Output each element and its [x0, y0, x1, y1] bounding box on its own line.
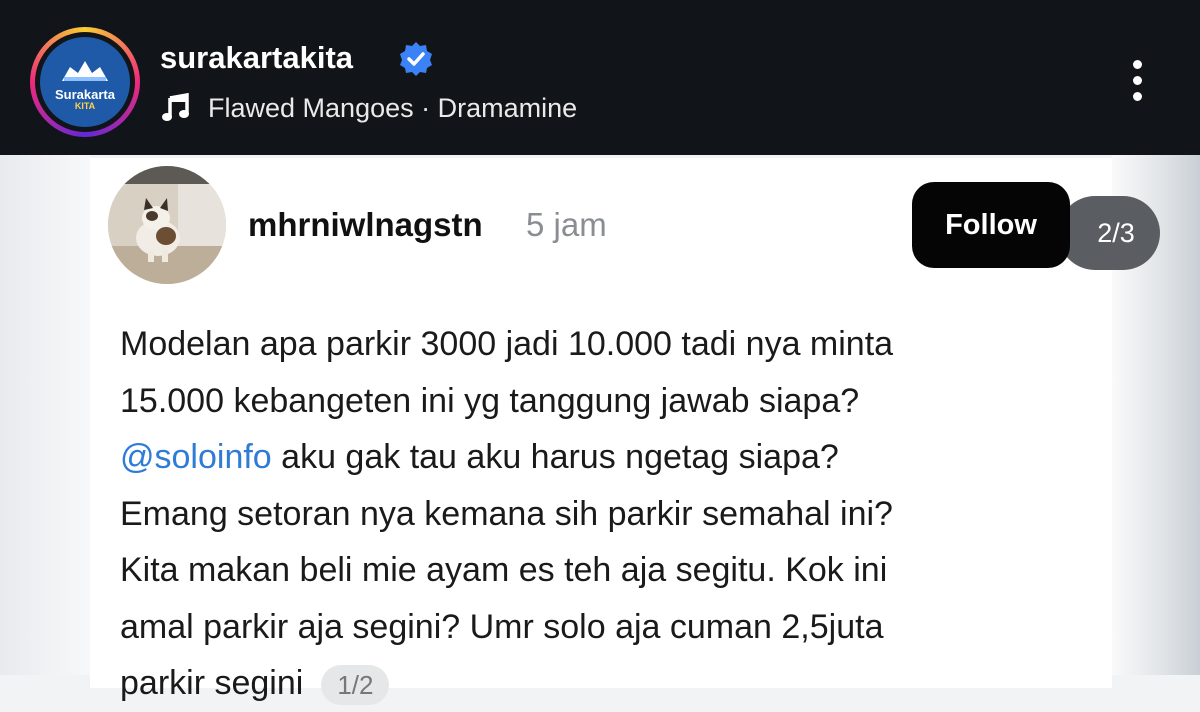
post-line-3: @soloinfo aku gak tau aku harus ngetag s… — [120, 429, 1080, 486]
background-left — [0, 155, 90, 675]
logo-subtitle: KITA — [74, 101, 96, 111]
verified-badge-icon — [400, 42, 432, 76]
account-avatar[interactable]: Surakarta KITA — [30, 27, 140, 137]
post-line-7-text: parkir segini — [120, 664, 304, 702]
surakartakita-logo: Surakarta KITA — [40, 37, 130, 127]
audio-track[interactable]: Flawed Mangoes · Dramamine — [208, 93, 577, 124]
post-line-7: parkir segini 1/2 — [120, 655, 1080, 712]
profile-picture[interactable] — [108, 166, 226, 284]
thread-counter-badge: 1/2 — [321, 665, 390, 706]
logo-title: Surakarta — [55, 87, 115, 102]
post-line-4: Emang setoran nya kemana sih parkir sema… — [120, 494, 893, 533]
more-options-icon[interactable] — [1126, 60, 1148, 108]
post-username[interactable]: mhrniwlnagstn — [248, 206, 483, 244]
post-body: Modelan apa parkir 3000 jadi 10.000 tadi… — [120, 316, 1080, 712]
music-note-icon — [162, 92, 189, 121]
avatar-frame: Surakarta KITA — [35, 32, 135, 132]
account-name[interactable]: surakartakita — [160, 40, 353, 76]
post-card: mhrniwlnagstn 5 jam 2/3 Follow Modelan a… — [90, 158, 1160, 706]
post-timestamp: 5 jam — [526, 206, 607, 243]
follow-button[interactable]: Follow — [912, 182, 1070, 268]
post-line-1: Modelan apa parkir 3000 jadi 10.000 tadi… — [120, 325, 894, 363]
post-line-5: Kita makan beli mie ayam es teh aja segi… — [120, 551, 888, 589]
reel-header: Surakarta KITA surakartakita Flawed Mang… — [0, 0, 1200, 155]
post-line-6: amal parkir aja segini? Umr solo aja cum… — [120, 607, 884, 646]
roof-icon — [62, 61, 108, 81]
post-line-2: 15.000 kebangeten ini yg tanggung jawab … — [120, 381, 860, 420]
slide-counter: 2/3 — [1058, 196, 1160, 270]
kitten-photo — [108, 166, 226, 284]
post-line-3-text: aku gak tau aku harus ngetag siapa? — [271, 438, 839, 476]
mention-link[interactable]: @soloinfo — [120, 438, 272, 476]
